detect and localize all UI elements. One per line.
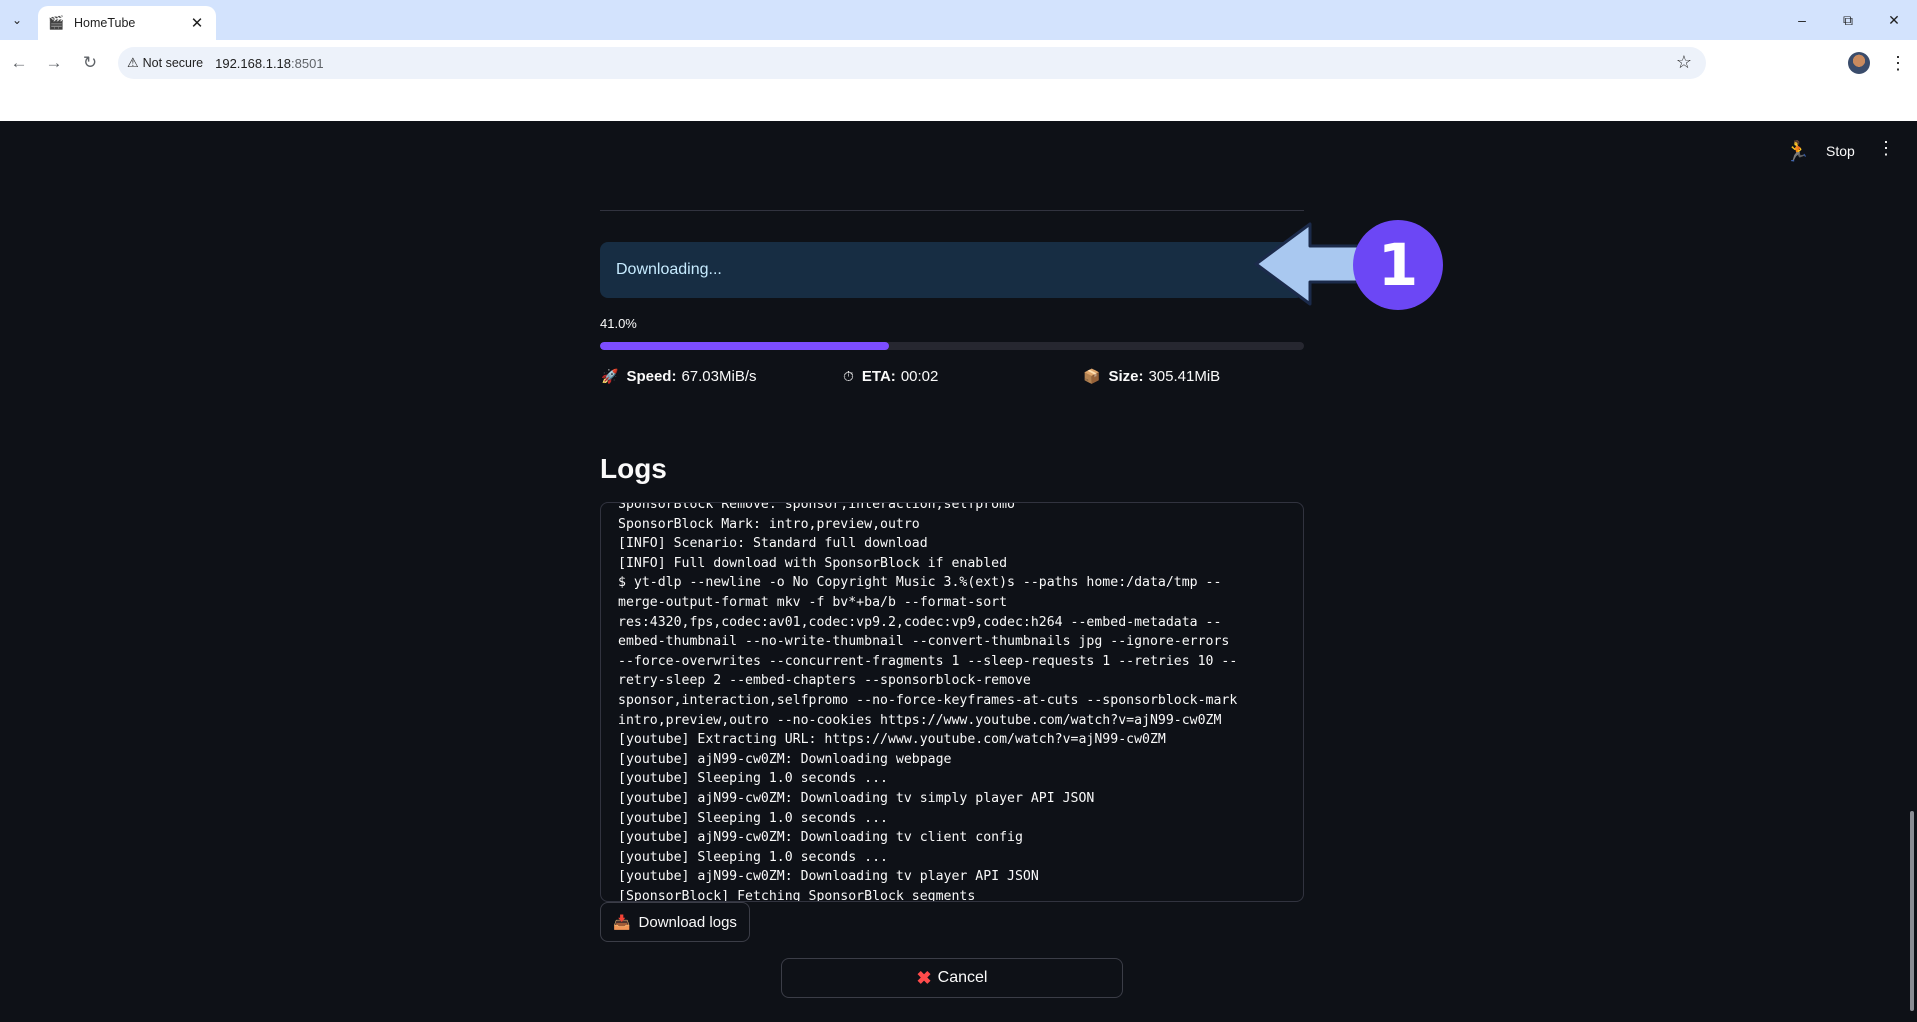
reload-icon[interactable]: ↻: [78, 51, 102, 75]
status-message: Downloading...: [616, 261, 722, 278]
log-line: [youtube] ajN99-cw0ZM: Downloading tv pl…: [618, 869, 1039, 885]
url-host: 192.168.1.18: [215, 55, 292, 71]
status-info-box: Downloading...: [600, 242, 1304, 298]
cancel-button[interactable]: ✖ Cancel: [781, 958, 1123, 998]
log-lines: SponsorBlock Remove: sponsor,interaction…: [618, 502, 1289, 902]
clapperboard-icon: 🎬: [48, 15, 65, 30]
log-line: res:4320,fps,codec:av01,codec:vp9.2,code…: [618, 614, 1222, 630]
log-line: $ yt-dlp --newline -o No Copyright Music…: [618, 575, 1222, 591]
app-main: 🏃 Stop ⋮ Downloading... 41.0% 🚀 Speed: 6…: [0, 121, 1917, 1022]
annotation-badge: 1: [1353, 220, 1443, 310]
rocket-icon: 🚀: [601, 368, 619, 384]
log-line: [INFO] Full download with SponsorBlock i…: [618, 555, 1008, 571]
browser-tab[interactable]: 🎬 HomeTube ✕: [38, 6, 216, 40]
stop-button[interactable]: Stop: [1826, 143, 1855, 159]
browser-menu-icon[interactable]: ⋮: [1886, 51, 1910, 75]
back-icon[interactable]: ←: [7, 51, 31, 75]
forward-icon[interactable]: →: [42, 51, 66, 75]
cancel-label: Cancel: [937, 969, 988, 986]
progress-bar: [600, 342, 1304, 350]
download-logs-label: Download logs: [638, 913, 737, 931]
address-bar[interactable]: ⚠ Not secure 192.168.1.18:8501 ☆: [118, 47, 1706, 79]
warning-icon: ⚠: [127, 55, 139, 70]
profile-avatar[interactable]: [1848, 52, 1870, 74]
log-line: --force-overwrites --concurrent-fragment…: [618, 653, 1238, 669]
bookmark-star-icon[interactable]: ☆: [1676, 52, 1692, 73]
log-line: [youtube] ajN99-cw0ZM: Downloading tv cl…: [618, 830, 1023, 846]
log-line: merge-output-format mkv -f bv*+ba/b --fo…: [618, 594, 1008, 610]
log-line: [SponsorBlock] Fetching SponsorBlock seg…: [618, 888, 976, 902]
log-line: sponsor,interaction,selfpromo --no-force…: [618, 692, 1238, 708]
package-icon: 📦: [1083, 368, 1101, 384]
size-value: 305.41MiB: [1148, 368, 1221, 385]
log-line: retry-sleep 2 --embed-chapters --sponsor…: [618, 673, 1031, 689]
size-stat: 📦 Size: 305.41MiB: [1083, 368, 1220, 385]
running-man-icon: 🏃: [1785, 141, 1810, 163]
log-line: [youtube] ajN99-cw0ZM: Downloading webpa…: [618, 751, 952, 767]
app-menu-icon[interactable]: ⋮: [1877, 138, 1895, 159]
stopwatch-icon: ⏱: [843, 368, 854, 384]
size-label: Size:: [1108, 368, 1144, 385]
restore-icon[interactable]: ⧉: [1825, 8, 1871, 32]
eta-value: 00:02: [900, 368, 939, 385]
log-line: intro,preview,outro --no-cookies https:/…: [618, 712, 1222, 728]
browser-toolbar: ← → ↻ ⚠ Not secure 192.168.1.18:8501 ☆ ⋮: [0, 40, 1917, 86]
log-line: [youtube] Extracting URL: https://www.yo…: [618, 732, 1166, 748]
logs-heading: Logs: [600, 453, 667, 484]
tab-title: HomeTube: [74, 16, 136, 30]
eta-stat: ⏱ ETA: 00:02: [843, 368, 938, 385]
minimize-icon[interactable]: –: [1779, 8, 1825, 32]
inbox-tray-icon: 📥: [613, 913, 631, 930]
divider: [600, 210, 1304, 211]
speed-stat: 🚀 Speed: 67.03MiB/s: [601, 368, 757, 385]
log-line: SponsorBlock Mark: intro,preview,outro: [618, 516, 920, 532]
log-line: [youtube] Sleeping 1.0 seconds ...: [618, 771, 888, 787]
speed-value: 67.03MiB/s: [681, 368, 757, 385]
progress-fill: [600, 342, 889, 350]
download-logs-button[interactable]: 📥 Download logs: [600, 902, 750, 942]
eta-label: ETA:: [861, 368, 896, 385]
log-line: SponsorBlock Remove: sponsor,interaction…: [618, 502, 1015, 512]
url-port: :8501: [291, 55, 324, 71]
security-label[interactable]: Not secure: [143, 56, 203, 70]
tab-close-icon[interactable]: ✕: [188, 14, 206, 32]
log-line: [youtube] ajN99-cw0ZM: Downloading tv si…: [618, 790, 1095, 806]
speed-label: Speed:: [626, 368, 677, 385]
log-output[interactable]: SponsorBlock Remove: sponsor,interaction…: [600, 502, 1304, 902]
log-line: [youtube] Sleeping 1.0 seconds ...: [618, 849, 888, 865]
window-close-icon[interactable]: ✕: [1871, 8, 1917, 32]
tab-search-chevron-icon[interactable]: ⌄: [5, 8, 29, 32]
log-line: embed-thumbnail --no-write-thumbnail --c…: [618, 634, 1230, 650]
progress-percent: 41.0%: [600, 316, 637, 331]
browser-tab-bar: ⌄ 🎬 HomeTube ✕ – ⧉ ✕: [0, 0, 1917, 40]
page-top-strip: [0, 86, 1917, 121]
log-line: [INFO] Scenario: Standard full download: [618, 536, 928, 552]
page-scrollbar[interactable]: [1910, 811, 1914, 1011]
cross-mark-icon: ✖: [916, 967, 932, 988]
log-line: [youtube] Sleeping 1.0 seconds ...: [618, 810, 888, 826]
